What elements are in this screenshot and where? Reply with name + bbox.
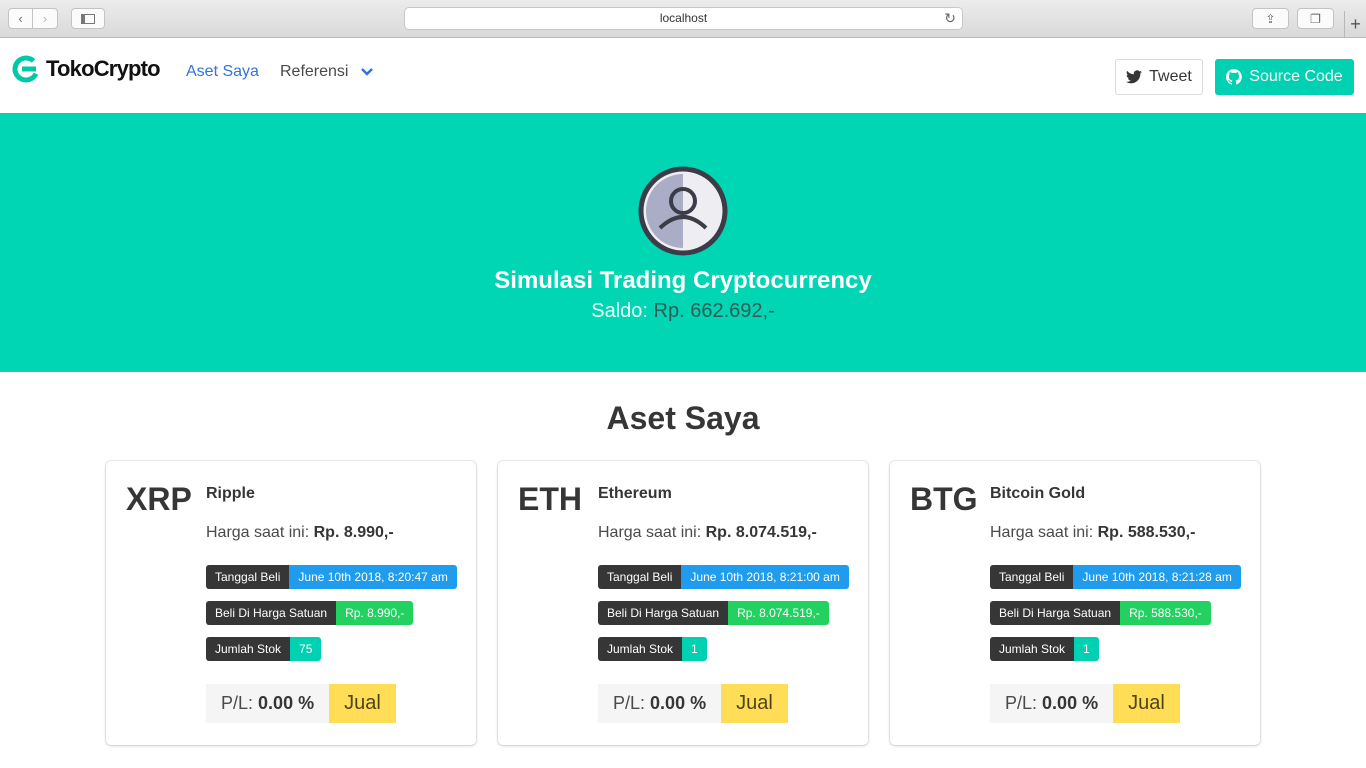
tag-value: Rp. 8.990,- [336,601,414,625]
tag-key: Tanggal Beli [206,565,290,589]
price-value: Rp. 588.530,- [1097,524,1196,541]
browser-toolbar: ‹ › localhost ↻ ⇪ ❐ + [0,0,1366,38]
asset-name: Bitcoin Gold [990,485,1086,502]
navbar: TokoCrypto Aset Saya Referensi Tweet Sou… [0,38,1366,113]
tag-value: 1 [682,637,707,661]
pl-value: 0.00 % [258,693,315,713]
back-icon[interactable]: ‹ [8,8,33,29]
tag-value: June 10th 2018, 8:21:00 am [681,565,849,589]
tweet-button[interactable]: Tweet [1115,59,1203,95]
tag-value: June 10th 2018, 8:20:47 am [289,565,457,589]
nav-link-aset-saya[interactable]: Aset Saya [186,63,259,81]
brand-text: TokoCrypto [46,56,161,81]
new-tab-icon[interactable]: + [1344,11,1366,38]
tag-value: June 10th 2018, 8:21:28 am [1073,565,1241,589]
tag-value: Rp. 588.530,- [1120,601,1211,625]
tag-key: Beli Di Harga Satuan [990,601,1121,625]
price-value: Rp. 8.074.519,- [705,524,817,541]
hero-title: Simulasi Trading Cryptocurrency [494,267,872,294]
address-bar[interactable]: localhost ↻ [404,7,963,30]
asset-card-xrp: XRP Ripple Harga saat ini: Rp. 8.990,- T… [106,461,476,745]
tag-key: Beli Di Harga Satuan [598,601,729,625]
nav-link-referensi-label: Referensi [280,63,349,80]
tag-value: 1 [1074,637,1099,661]
tag-beli-harga: Beli Di Harga Satuan Rp. 8.074.519,- [598,601,829,625]
tag-tanggal-beli: Tanggal Beli June 10th 2018, 8:21:00 am [598,565,849,589]
source-code-label: Source Code [1249,68,1343,85]
brand-logo[interactable]: TokoCrypto [12,55,161,83]
tag-jumlah-stok: Jumlah Stok 1 [598,637,707,661]
pl-label: P/L: [613,693,646,713]
forward-icon[interactable]: › [33,8,58,29]
tag-beli-harga: Beli Di Harga Satuan Rp. 588.530,- [990,601,1211,625]
hero-banner: Simulasi Trading Cryptocurrency Saldo: R… [0,113,1366,372]
share-icon[interactable]: ⇪ [1252,8,1289,29]
pl-value: 0.00 % [1042,693,1099,713]
tag-tanggal-beli: Tanggal Beli June 10th 2018, 8:21:28 am [990,565,1241,589]
pl-label: P/L: [221,693,254,713]
tag-tanggal-beli: Tanggal Beli June 10th 2018, 8:20:47 am [206,565,457,589]
twitter-icon [1126,70,1143,84]
tag-jumlah-stok: Jumlah Stok 1 [990,637,1099,661]
tokocrypto-logo-icon [12,55,40,83]
reload-icon[interactable]: ↻ [944,8,956,29]
pl-group: P/L: 0.00 % Jual [990,684,1180,723]
pl-group: P/L: 0.00 % Jual [598,684,788,723]
asset-symbol: XRP [126,481,192,517]
tag-jumlah-stok: Jumlah Stok 75 [206,637,322,661]
browser-nav-buttons: ‹ › [8,8,58,29]
asset-symbol: ETH [518,481,582,517]
pl-display: P/L: 0.00 % [206,684,330,723]
tag-value: 75 [290,637,322,661]
pl-label: P/L: [1005,693,1038,713]
current-price: Harga saat ini: Rp. 8.074.519,- [598,524,817,542]
tag-key: Tanggal Beli [598,565,682,589]
pl-display: P/L: 0.00 % [598,684,722,723]
asset-name: Ethereum [598,485,672,502]
tag-key: Tanggal Beli [990,565,1074,589]
pl-group: P/L: 0.00 % Jual [206,684,396,723]
saldo-line: Saldo: Rp. 662.692,- [0,300,1366,323]
pl-display: P/L: 0.00 % [990,684,1114,723]
chevron-down-icon [361,68,374,76]
price-label: Harga saat ini: [206,524,310,541]
tag-key: Jumlah Stok [990,637,1075,661]
tabs-overview-icon[interactable]: ❐ [1297,8,1334,29]
saldo-value: Rp. 662.692,- [653,300,775,322]
url-text: localhost [659,11,708,25]
tag-value: Rp. 8.074.519,- [728,601,829,625]
pl-value: 0.00 % [650,693,707,713]
asset-name: Ripple [206,485,255,502]
tag-key: Jumlah Stok [206,637,291,661]
tag-beli-harga: Beli Di Harga Satuan Rp. 8.990,- [206,601,414,625]
jual-button[interactable]: Jual [329,684,396,723]
tag-key: Beli Di Harga Satuan [206,601,337,625]
current-price: Harga saat ini: Rp. 8.990,- [206,524,394,542]
jual-button[interactable]: Jual [1113,684,1180,723]
tag-key: Jumlah Stok [598,637,683,661]
asset-symbol: BTG [910,481,978,517]
github-icon [1226,69,1243,85]
price-label: Harga saat ini: [990,524,1094,541]
asset-card-btg: BTG Bitcoin Gold Harga saat ini: Rp. 588… [890,461,1260,745]
source-code-button[interactable]: Source Code [1215,59,1354,95]
price-label: Harga saat ini: [598,524,702,541]
nav-dropdown-referensi[interactable]: Referensi [280,63,374,81]
section-title: Aset Saya [606,400,760,436]
user-avatar-icon [638,166,728,256]
tweet-label: Tweet [1149,68,1192,85]
asset-card-eth: ETH Ethereum Harga saat ini: Rp. 8.074.5… [498,461,868,745]
price-value: Rp. 8.990,- [313,524,394,541]
sidebar-toggle-icon[interactable] [71,8,105,29]
jual-button[interactable]: Jual [721,684,788,723]
current-price: Harga saat ini: Rp. 588.530,- [990,524,1195,542]
saldo-label: Saldo: [591,300,648,322]
